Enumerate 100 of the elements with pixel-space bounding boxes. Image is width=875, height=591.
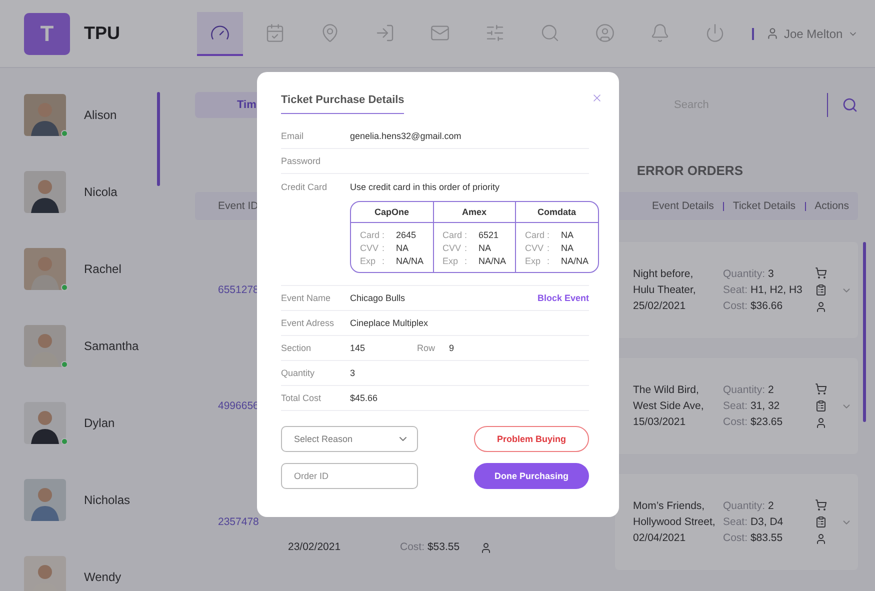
user-icon[interactable] [815, 417, 827, 429]
user-icon[interactable] [815, 533, 827, 545]
card-field-value: NA [561, 243, 575, 253]
clipboard-icon[interactable] [815, 284, 827, 296]
contact-name[interactable]: Nicholas [84, 493, 130, 507]
search-icon[interactable] [842, 97, 858, 113]
field-value: 9 [449, 343, 454, 353]
field-label: Event Adress [281, 318, 336, 328]
contact-name[interactable]: Nicola [84, 185, 118, 199]
user-icon[interactable] [480, 542, 492, 554]
card-field-label: CVV [360, 243, 380, 253]
clipboard-icon[interactable] [815, 516, 827, 528]
problem-buying-button[interactable]: Problem Buying [474, 426, 589, 452]
event-detail: The Wild Bird, [633, 384, 700, 396]
modal-title: Ticket Purchase Details [281, 86, 404, 114]
column-header: Ticket Details [732, 200, 796, 212]
field-value: 145 [350, 343, 366, 353]
card-name: Amex [434, 202, 516, 223]
contact-name[interactable]: Dylan [84, 416, 115, 430]
card-field-label: Card [525, 230, 546, 240]
user-icon[interactable] [815, 301, 827, 313]
event-detail: West Side Ave, [633, 400, 705, 412]
scrollbar[interactable] [157, 92, 160, 186]
app-logo: T [24, 12, 70, 54]
field-label: Credit Card [281, 182, 328, 194]
map-pin-icon [320, 22, 340, 42]
card-field-value: NA [561, 230, 575, 240]
avatar [24, 94, 66, 136]
contact-name[interactable]: Rachel [84, 262, 122, 276]
close-button[interactable] [591, 92, 603, 104]
user-menu[interactable]: Joe Melton [766, 26, 858, 40]
card-field-label: Card [442, 230, 464, 240]
field-label: Section [281, 343, 312, 353]
cart-icon[interactable] [815, 499, 827, 511]
online-dot [61, 438, 68, 445]
contact-name[interactable]: Samantha [84, 339, 139, 353]
ticket-detail: Cost: $23.65 [723, 416, 784, 428]
online-dot [61, 361, 68, 368]
avatar [24, 325, 66, 367]
separator-colon: : [382, 230, 386, 240]
event-id-link[interactable]: 4996656 [218, 400, 259, 412]
field-label: Quantity [281, 368, 316, 378]
card-field-label: Card [360, 230, 381, 240]
contact-name[interactable]: Wendy [84, 570, 122, 584]
clipboard-icon[interactable] [815, 400, 827, 412]
event-detail: 02/04/2021 [633, 532, 687, 544]
ticket-detail: Cost: $53.55 [400, 541, 460, 554]
event-detail: 15/03/2021 [633, 416, 687, 428]
field-label: Password [281, 156, 322, 166]
scrollbar[interactable] [863, 242, 866, 422]
ticket-detail: Quantity: 2 [723, 500, 775, 512]
cart-icon[interactable] [815, 267, 827, 279]
field-label: Email [281, 131, 305, 141]
avatar [24, 171, 66, 213]
card-field-label: Exp [360, 256, 377, 266]
order-id-field[interactable]: Order ID [281, 463, 418, 489]
event-detail: Hulu Theater, [633, 284, 697, 296]
field-value: genelia.hens32@gmail.com [350, 131, 462, 141]
ticket-detail: Quantity: 3 [723, 268, 775, 280]
cart-icon[interactable] [815, 383, 827, 395]
ticket-detail: Quantity: 2 [723, 384, 775, 396]
card-field-label: CVV [442, 243, 462, 253]
card-name: Comdata [516, 202, 598, 223]
reason-select[interactable]: Select Reason [281, 426, 418, 452]
field-label: Row [417, 343, 436, 353]
contact-name[interactable]: Alison [84, 108, 117, 122]
ticket-detail: Seat: D3, D4 [723, 516, 784, 528]
column-header: Actions [814, 200, 849, 212]
separator-colon: : [547, 230, 551, 240]
online-dot [61, 130, 68, 137]
bell-icon [650, 22, 670, 42]
event-id-link[interactable]: 2357478 [218, 516, 259, 528]
card-field-value: NA [396, 243, 410, 253]
card-name: CapOne [351, 202, 433, 223]
event-date: 23/02/2021 [288, 541, 342, 554]
ticket-detail: Cost: $83.55 [723, 532, 784, 544]
card-field-value: NA/NA [478, 256, 506, 266]
field-value: $45.66 [350, 393, 378, 403]
separator-colon: : [464, 230, 468, 240]
done-purchasing-button[interactable]: Done Purchasing [474, 463, 589, 489]
event-detail: Hollywood Street, [633, 516, 716, 528]
card-field-value: NA [478, 243, 492, 253]
power-icon [705, 22, 725, 42]
ticket-detail: Seat: 31, 32 [723, 400, 781, 412]
login-icon [375, 22, 395, 42]
sliders-icon [485, 22, 505, 42]
nav-button[interactable] [197, 12, 243, 56]
separator-colon: : [382, 243, 386, 253]
field-label: Event Name [281, 293, 332, 303]
avatar [24, 402, 66, 444]
field-value: Chicago Bulls [350, 293, 406, 303]
card-field-value: NA/NA [561, 256, 589, 266]
user-icon [766, 27, 779, 40]
separator-colon: : [547, 256, 551, 266]
avatar [24, 248, 66, 290]
field-value: Cineplace Multiplex [350, 318, 428, 328]
block-event-link[interactable]: Block Event [537, 293, 589, 303]
column-header: Event Details [652, 200, 714, 212]
separator-colon: : [464, 256, 468, 266]
calendar-icon [265, 22, 285, 42]
